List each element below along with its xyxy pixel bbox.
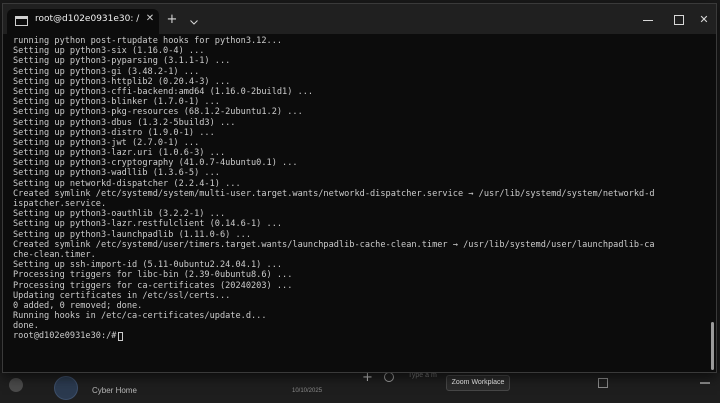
terminal-line: Setting up python3-cryptography (41.0.7-… — [13, 158, 298, 169]
terminal-line: Created symlink /etc/systemd/system/mult… — [13, 188, 655, 199]
minimize-button[interactable] — [639, 11, 657, 29]
terminal-line: Created symlink /etc/systemd/user/timers… — [13, 239, 655, 250]
terminal-line: Setting up python3-pyparsing (3.1.1-1) .… — [13, 56, 231, 67]
terminal-output[interactable]: running python post-rtupdate hooks for p… — [3, 34, 716, 372]
terminal-line: Setting up python3-distro (1.9.0-1) ... — [13, 127, 215, 138]
terminal-line: 0 added, 0 removed; done. — [13, 300, 143, 311]
user-avatar[interactable] — [9, 378, 23, 392]
terminal-line: Updating certificates in /etc/ssl/certs.… — [13, 290, 231, 301]
terminal-line: che-clean.timer. — [13, 249, 96, 260]
chevron-down-icon — [190, 20, 198, 25]
terminal-line: Running hooks in /etc/ca-certificates/up… — [13, 311, 267, 322]
terminal-line: Setting up python3-jwt (2.7.0-1) ... — [13, 137, 200, 148]
tab-title: root@d102e0931e30: / — [35, 14, 140, 24]
terminal-line: done. — [13, 321, 39, 332]
terminal-line: Setting up python3-oauthlib (3.2.2-1) ..… — [13, 209, 226, 220]
command-prompt[interactable]: root@d102e0931e30:/# — [13, 331, 716, 341]
terminal-icon — [15, 16, 28, 26]
terminal-line: Setting up python3-six (1.16.0-4) ... — [13, 46, 205, 57]
terminal-line: Setting up python3-pkg-resources (68.1.2… — [13, 107, 303, 118]
emoji-icon[interactable] — [384, 372, 394, 382]
terminal-line: Setting up ssh-import-id (5.11-0ubuntu2.… — [13, 260, 283, 271]
text-cursor — [118, 332, 124, 342]
terminal-line: Processing triggers for ca-certificates … — [13, 280, 293, 291]
terminal-line: Setting up python3-cffi-backend:amd64 (1… — [13, 86, 314, 97]
close-window-button[interactable]: ✕ — [695, 11, 713, 29]
terminal-line: Setting up python3-lazr.restfulclient (0… — [13, 219, 283, 230]
maximize-icon — [674, 15, 684, 25]
terminal-line: running python post-rtupdate hooks for p… — [13, 36, 283, 46]
chat-avatar[interactable] — [54, 376, 78, 400]
title-bar[interactable]: root@d102e0931e30: / ✕ + ✕ — [3, 4, 716, 34]
terminal-line: Setting up python3-gi (3.48.2-1) ... — [13, 66, 200, 77]
chat-title[interactable]: Cyber Home — [92, 386, 137, 395]
terminal-line: Processing triggers for libc-bin (2.39-0… — [13, 270, 293, 281]
terminal-line: Setting up python3-lazr.uri (1.0.6-3) ..… — [13, 148, 226, 159]
terminal-line: Setting up python3-wadllib (1.3.6-5) ... — [13, 168, 220, 179]
desktop-screen: Cyber Home 10/10/2025 + Type a m Zoom Wo… — [0, 0, 720, 403]
minimize-icon — [643, 20, 653, 21]
terminal-line: Setting up python3-dbus (1.3.2-5build3) … — [13, 117, 236, 128]
tab-dropdown-button[interactable] — [187, 11, 201, 29]
terminal-line: ispatcher.service. — [13, 199, 107, 209]
chat-date: 10/10/2025 — [292, 388, 323, 394]
terminal-window: root@d102e0931e30: / ✕ + ✕ running pytho… — [2, 3, 717, 373]
terminal-line: Setting up python3-httplib2 (0.20.4-3) .… — [13, 76, 231, 87]
terminal-line: Setting up networkd-dispatcher (2.2.4-1)… — [13, 178, 241, 189]
zoom-workplace-tooltip: Zoom Workplace — [446, 375, 510, 391]
terminal-line: Setting up python3-blinker (1.7.0-1) ... — [13, 97, 220, 108]
new-tab-button[interactable]: + — [164, 11, 180, 29]
scrollbar[interactable] — [711, 322, 714, 370]
minimize-bar-icon[interactable] — [700, 382, 710, 384]
terminal-line: Setting up python3-launchpadlib (1.11.0-… — [13, 229, 251, 240]
prompt-text: root@d102e0931e30:/# — [13, 331, 117, 342]
maximize-button[interactable] — [670, 11, 688, 29]
window-icon[interactable] — [598, 378, 608, 388]
tab-close-button[interactable]: ✕ — [144, 12, 156, 26]
message-input[interactable]: Type a m — [408, 372, 448, 379]
terminal-tab[interactable]: root@d102e0931e30: / ✕ — [7, 9, 159, 34]
